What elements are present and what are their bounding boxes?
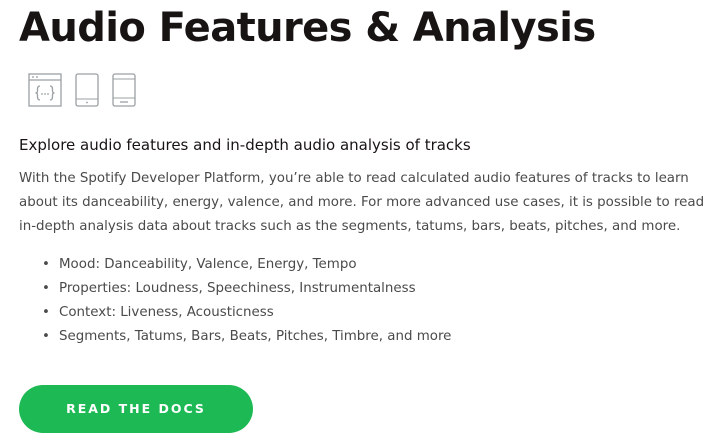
bullet: • — [42, 281, 50, 296]
list-item: • Mood: Danceability, Valence, Energy, T… — [42, 253, 719, 277]
section-description: With the Spotify Developer Platform, you… — [19, 171, 705, 234]
feature-text: Segments, Tatums, Bars, Beats, Pitches, … — [59, 329, 452, 344]
bullet: • — [42, 305, 50, 320]
feature-text: Mood: Danceability, Valence, Energy, Tem… — [59, 257, 357, 272]
section-subtitle: Explore audio features and in-depth audi… — [19, 136, 471, 154]
feature-list: • Mood: Danceability, Valence, Energy, T… — [19, 253, 719, 349]
list-item: • Segments, Tatums, Bars, Beats, Pitches… — [42, 325, 719, 349]
mobile-icon — [112, 73, 136, 107]
list-item: • Properties: Loudness, Speechiness, Ins… — [42, 277, 719, 301]
read-the-docs-button[interactable]: READ THE DOCS — [19, 385, 253, 433]
feature-section: Audio Features & Analysis Explore audio … — [19, 0, 719, 349]
platform-icons — [28, 73, 719, 107]
list-item: • Context: Liveness, Acousticness — [42, 301, 719, 325]
tablet-icon — [75, 73, 99, 107]
bullet: • — [42, 257, 50, 272]
web-api-icon — [28, 73, 62, 107]
bullet: • — [42, 329, 50, 344]
feature-text: Properties: Loudness, Speechiness, Instr… — [59, 281, 416, 296]
feature-text: Context: Liveness, Acousticness — [59, 305, 274, 320]
page-title: Audio Features & Analysis — [19, 5, 596, 51]
